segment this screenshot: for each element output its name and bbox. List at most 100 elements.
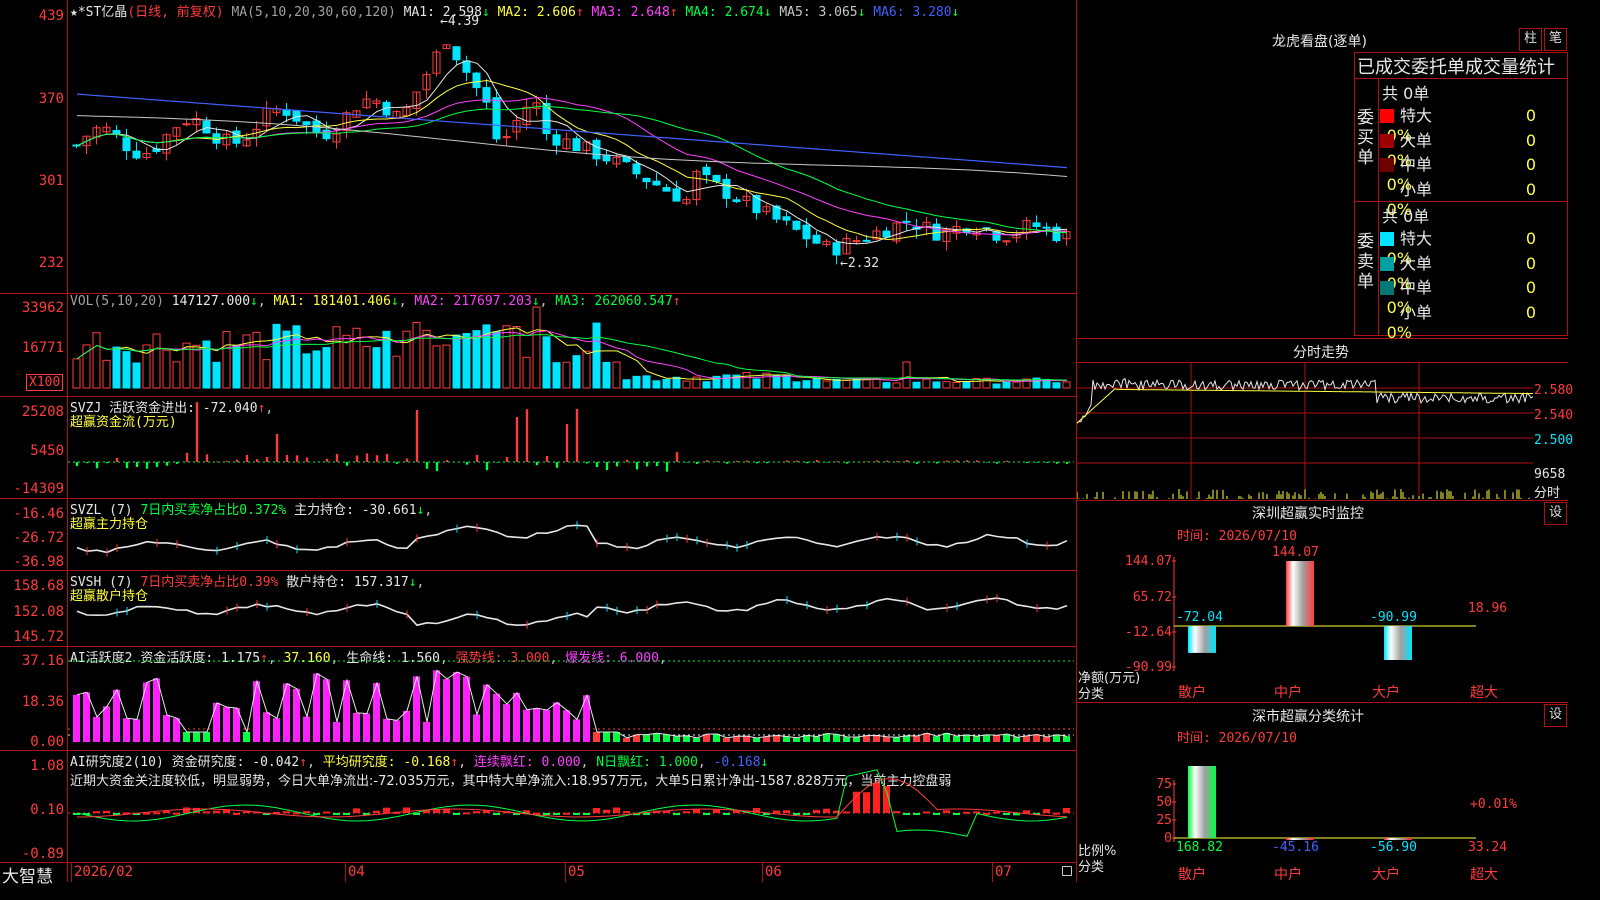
research-bar <box>643 813 650 815</box>
research-bar <box>933 813 940 815</box>
activity-bar <box>983 734 990 742</box>
candle <box>802 224 811 240</box>
activity-bar <box>513 692 520 742</box>
research-bar <box>493 813 500 815</box>
flow-bar <box>465 462 469 465</box>
research-bar <box>873 783 880 813</box>
pen-view-button[interactable]: 笔 <box>1544 28 1567 51</box>
research-bar <box>843 811 850 814</box>
activity-bar <box>213 702 220 742</box>
activity-bar <box>133 719 140 742</box>
flow-bar <box>405 458 409 462</box>
flow-bar <box>1035 462 1039 463</box>
activity-bar <box>933 736 940 742</box>
time-axis-label: 06 <box>765 864 782 880</box>
candle <box>472 72 481 89</box>
intraday-axis-mid: 2.540 <box>1534 408 1574 423</box>
monitor-xname: 分类 <box>1078 687 1105 702</box>
flow-bar <box>675 452 679 462</box>
activity-bar <box>873 735 880 742</box>
axis-label: 25 <box>1156 813 1172 828</box>
class-xname: 分类 <box>1078 860 1105 875</box>
flow-bar <box>815 460 819 462</box>
color-swatch <box>1380 281 1394 295</box>
activity-bar <box>1043 736 1050 742</box>
research-bar <box>853 791 860 813</box>
flow-bar <box>195 402 199 462</box>
volume-bar <box>632 375 641 389</box>
activity-bar <box>1023 735 1030 742</box>
activity-bar <box>723 737 730 742</box>
activity-bar <box>973 736 980 742</box>
volume-bar <box>422 329 431 389</box>
candle <box>1042 226 1051 229</box>
candle <box>702 166 711 176</box>
buy-order-row: 特大 00% <box>1380 102 1566 145</box>
research-bar <box>183 807 190 813</box>
buy-total: 共 0单 <box>1382 84 1430 103</box>
research-bar <box>463 812 470 815</box>
vol-ma20 <box>76 334 1068 381</box>
color-swatch <box>1380 109 1394 123</box>
flow-bar <box>505 456 509 462</box>
candle <box>572 138 581 152</box>
volume-bar <box>222 331 231 389</box>
category-bar <box>1188 766 1216 838</box>
research-bar <box>593 808 600 813</box>
activity-bar <box>593 732 600 742</box>
monitor-value: -72.04 <box>1176 610 1223 625</box>
volume-bar <box>522 356 531 389</box>
volume-bar <box>92 332 101 389</box>
volume-bar <box>912 381 921 389</box>
lock-icon[interactable] <box>1062 866 1072 876</box>
volume-bar <box>462 332 471 389</box>
monitor-settings-button[interactable]: 设 <box>1544 502 1567 525</box>
svsh-axis-bot: 145.72 <box>13 629 64 645</box>
ma30-line <box>76 105 1068 234</box>
volume-bar <box>332 326 341 389</box>
candlestick-chart[interactable] <box>68 0 1074 290</box>
candle <box>112 130 121 135</box>
activity-bar <box>1003 733 1010 742</box>
research-bar <box>613 807 620 813</box>
flow-bar <box>205 454 209 462</box>
flow-bar <box>375 455 379 462</box>
research-bar <box>973 811 980 814</box>
candle <box>202 120 211 134</box>
volume-bar <box>1052 382 1061 389</box>
volume-bar <box>872 378 881 389</box>
flow-bar <box>175 462 179 464</box>
svzl-axis-mid: -26.72 <box>13 530 64 546</box>
research-bar <box>153 812 160 815</box>
volume-bar <box>822 380 831 389</box>
research-bar <box>343 813 350 815</box>
activity-bar <box>183 732 190 742</box>
flow-bar <box>485 462 489 471</box>
research-bar <box>823 808 830 813</box>
volume-bar <box>932 381 941 389</box>
activity-bar <box>753 737 760 742</box>
activity-bar <box>263 712 270 742</box>
axis-label: -12.64 <box>1125 625 1172 640</box>
research-bar <box>203 811 210 814</box>
candle <box>182 123 191 126</box>
activity-bar <box>993 735 1000 742</box>
main-hold-line <box>76 524 1068 554</box>
column-view-button[interactable]: 柱 <box>1519 28 1542 51</box>
volume-bar <box>82 344 91 389</box>
intraday-chart[interactable] <box>1077 363 1533 499</box>
flow-bar <box>655 462 659 467</box>
activity-bar <box>883 736 890 742</box>
color-swatch <box>1380 158 1394 172</box>
vol-unit-badge[interactable]: X100 <box>26 374 64 391</box>
research-bar <box>703 813 710 815</box>
flow-bar <box>425 462 429 469</box>
flow-bar <box>525 409 529 462</box>
ai-active-axis-mid: 18.36 <box>21 694 64 710</box>
class-settings-button[interactable]: 设 <box>1544 704 1567 727</box>
flow-bar <box>885 460 889 462</box>
flow-bar <box>115 457 119 462</box>
volume-bar <box>952 382 961 389</box>
activity-bar <box>353 712 360 742</box>
flow-bar <box>735 460 739 462</box>
